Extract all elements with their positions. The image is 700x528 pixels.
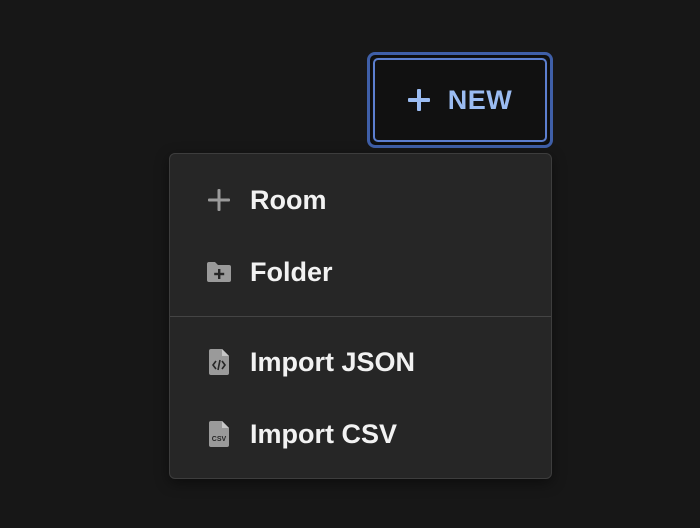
menu-item-label: Room (250, 184, 327, 215)
csv-icon-text: CSV (212, 436, 227, 443)
new-button-label: NEW (447, 84, 513, 115)
menu-item-label: Import JSON (250, 346, 416, 377)
menu-item-room[interactable]: Room (170, 170, 551, 230)
file-code-icon (206, 349, 232, 375)
new-button[interactable]: NEW (367, 52, 553, 148)
plus-icon (206, 187, 232, 213)
new-dropdown-menu: Room Folder Import JSON CSV Import CSV (169, 153, 552, 479)
menu-item-label: Import CSV (250, 418, 398, 449)
plus-icon (407, 89, 430, 111)
app-stage: NEW Room Folder Import JSON CSV Import C… (0, 0, 700, 528)
menu-item-folder[interactable]: Folder (170, 242, 551, 302)
menu-divider (170, 316, 551, 317)
folder-plus-icon (206, 259, 232, 285)
menu-item-import-json[interactable]: Import JSON (170, 332, 551, 392)
menu-item-label: Folder (250, 256, 333, 287)
file-csv-icon: CSV (206, 421, 232, 447)
menu-item-import-csv[interactable]: CSV Import CSV (170, 404, 551, 464)
